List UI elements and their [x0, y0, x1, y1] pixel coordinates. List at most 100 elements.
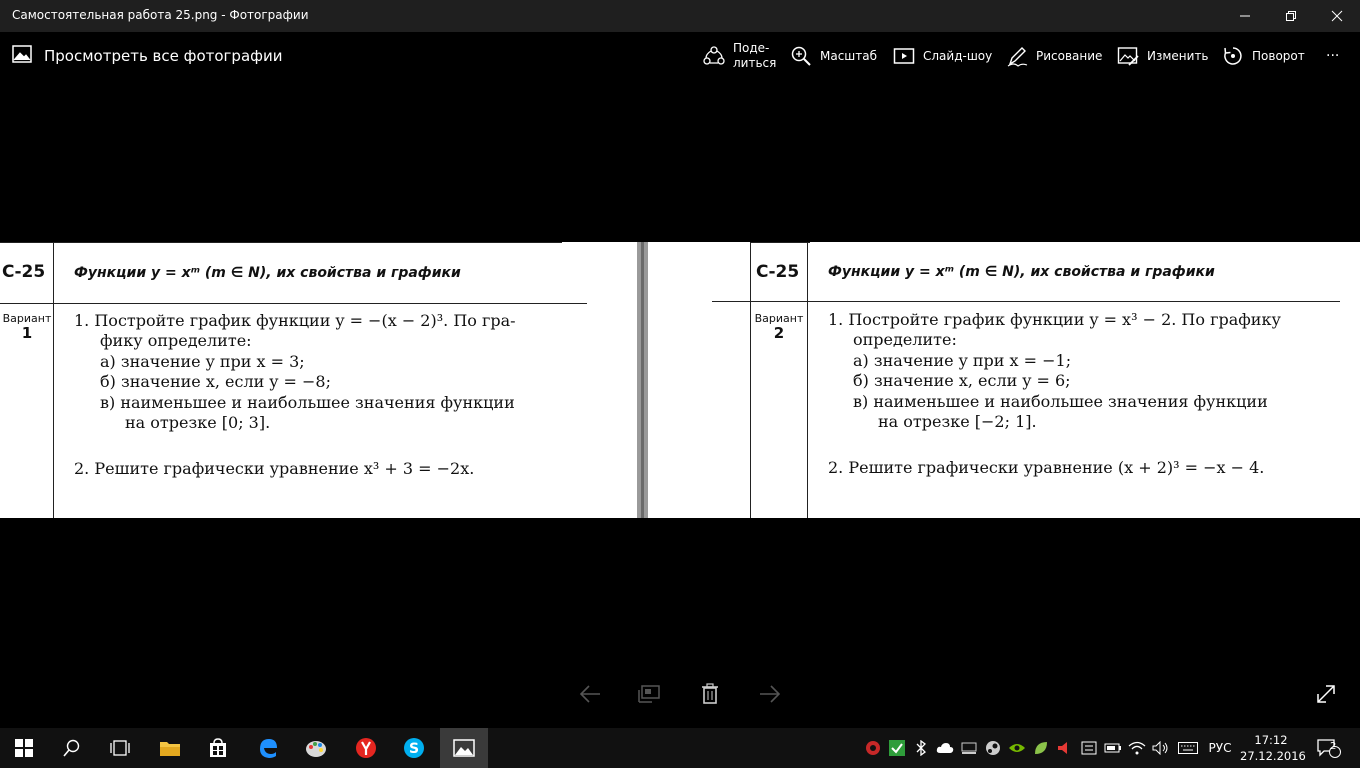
- more-label: ···: [1326, 48, 1340, 64]
- store-button[interactable]: [194, 728, 242, 768]
- left-page: С-25 Функции y = xᵐ (m ∈ N), их свойства…: [0, 242, 637, 518]
- share-label-2: литься: [733, 56, 777, 70]
- restore-button[interactable]: [1268, 0, 1314, 32]
- edge-icon: [260, 739, 277, 758]
- close-button[interactable]: [1314, 0, 1360, 32]
- task-line: б) значение x, если y = 6;: [853, 371, 1071, 390]
- fullscreen-button[interactable]: [1312, 680, 1340, 708]
- edit-button[interactable]: Изменить: [1117, 40, 1209, 72]
- action-center-button[interactable]: 2: [1314, 728, 1344, 768]
- keyboard-icon[interactable]: [1176, 728, 1200, 768]
- notification-icon: [1317, 739, 1341, 758]
- title-bar: Самостоятельная работа 25.png - Фотограф…: [0, 0, 1360, 32]
- yandex-browser-icon: [356, 738, 376, 758]
- bluetooth-icon[interactable]: [910, 728, 932, 768]
- task-view-icon: [110, 740, 130, 756]
- photo-viewer: С-25 Функции y = xᵐ (m ∈ N), их свойства…: [0, 242, 1360, 518]
- rotate-label: Поворот: [1252, 49, 1305, 63]
- drive-icon[interactable]: [958, 728, 980, 768]
- start-button[interactable]: [0, 728, 48, 768]
- file-explorer-button[interactable]: [146, 728, 194, 768]
- top-rule: [0, 242, 562, 243]
- view-all-photos-button[interactable]: Просмотреть все фотографии: [12, 44, 282, 68]
- search-button[interactable]: [48, 728, 96, 768]
- zoom-icon: [790, 45, 812, 67]
- yandex-button[interactable]: [342, 728, 390, 768]
- volume-warning-icon[interactable]: [1054, 728, 1076, 768]
- paint-button[interactable]: [292, 728, 340, 768]
- power-icon[interactable]: [1102, 728, 1124, 768]
- draw-label: Рисование: [1036, 49, 1103, 63]
- filmstrip-button[interactable]: [636, 680, 664, 708]
- edit-label: Изменить: [1147, 49, 1209, 63]
- clock[interactable]: 17:12 27.12.2016: [1240, 732, 1306, 764]
- steam-icon[interactable]: [982, 728, 1004, 768]
- section-heading: Функции y = xᵐ (m ∈ N), их свойства и гр…: [74, 265, 461, 281]
- filmstrip-icon: [638, 685, 660, 703]
- tray-leaf-icon[interactable]: [1030, 728, 1052, 768]
- task-line: а) значение y при x = −1;: [853, 351, 1072, 370]
- folder-icon: [160, 742, 180, 756]
- cloud-icon[interactable]: [934, 728, 956, 768]
- skype-button[interactable]: S: [390, 728, 438, 768]
- share-button[interactable]: Поде-литься: [703, 40, 776, 72]
- zoom-label: Масштаб: [820, 49, 878, 63]
- minimize-button[interactable]: [1222, 0, 1268, 32]
- header-rule: [0, 303, 587, 304]
- skype-icon: S: [404, 738, 424, 758]
- variant-tag: Вариант 1: [0, 312, 54, 341]
- svg-text:S: S: [409, 741, 419, 757]
- delete-button[interactable]: [696, 680, 724, 708]
- input-language[interactable]: РУС: [1204, 728, 1236, 768]
- view-all-label: Просмотреть все фотографии: [44, 47, 283, 65]
- section-heading: Функции y = xᵐ (m ∈ N), их свойства и гр…: [828, 264, 1215, 280]
- rotate-button[interactable]: Поворот: [1222, 40, 1305, 72]
- edit-icon: [1117, 45, 1139, 67]
- column-divider: [750, 242, 751, 518]
- slideshow-button[interactable]: Слайд-шоу: [893, 40, 992, 72]
- edge-button[interactable]: [244, 728, 292, 768]
- task-line: б) значение x, если y = −8;: [100, 372, 331, 391]
- tray-window-icon[interactable]: [1078, 728, 1100, 768]
- arrow-left-icon: [579, 685, 600, 703]
- task-line: на отрезке [−2; 1].: [878, 412, 1037, 431]
- store-icon: [210, 738, 226, 757]
- task-view-button[interactable]: [96, 728, 144, 768]
- task-line: 1. Постройте график функции y = x³ − 2. …: [828, 310, 1281, 329]
- page-separator: [637, 242, 648, 518]
- app-toolbar: Просмотреть все фотографии Поде-литься М…: [0, 32, 1360, 80]
- section-code: С-25: [2, 262, 46, 282]
- task-line: в) наименьшее и наибольшее значения функ…: [100, 393, 515, 412]
- zoom-button[interactable]: Масштаб: [790, 40, 877, 72]
- clock-date: 27.12.2016: [1240, 749, 1306, 763]
- slideshow-icon: [893, 45, 915, 67]
- wifi-icon[interactable]: [1126, 728, 1148, 768]
- photos-app-button[interactable]: [440, 728, 488, 768]
- nvidia-icon[interactable]: [1006, 728, 1028, 768]
- photos-icon: [12, 45, 32, 67]
- right-page: С-25 Функции y = xᵐ (m ∈ N), их свойства…: [648, 242, 1360, 518]
- previous-button[interactable]: [576, 680, 604, 708]
- task-line: на отрезке [0; 3].: [125, 413, 271, 432]
- task-line: 1. Постройте график функции y = −(x − 2)…: [74, 311, 516, 330]
- header-rule: [712, 301, 1340, 302]
- photos-icon: [453, 739, 475, 757]
- speaker-icon[interactable]: [1150, 728, 1172, 768]
- draw-button[interactable]: Рисование: [1006, 40, 1102, 72]
- more-button[interactable]: ···: [1326, 40, 1339, 72]
- palette-icon: [306, 741, 326, 757]
- trash-icon: [702, 683, 718, 704]
- search-icon: [63, 739, 80, 757]
- next-button[interactable]: [756, 680, 784, 708]
- rotate-icon: [1222, 45, 1244, 67]
- task-line: в) наименьшее и наибольшее значения функ…: [853, 392, 1268, 411]
- arrow-right-icon: [760, 685, 781, 703]
- clock-time: 17:12: [1254, 733, 1288, 747]
- variant-tag: Вариант 2: [750, 312, 808, 342]
- variant-number: 2: [773, 324, 785, 342]
- top-rule: [750, 242, 810, 243]
- tray-check-icon[interactable]: [886, 728, 908, 768]
- task-line: а) значение y при x = 3;: [100, 352, 305, 371]
- tray-app-icon[interactable]: [862, 728, 884, 768]
- slideshow-label: Слайд-шоу: [923, 49, 993, 63]
